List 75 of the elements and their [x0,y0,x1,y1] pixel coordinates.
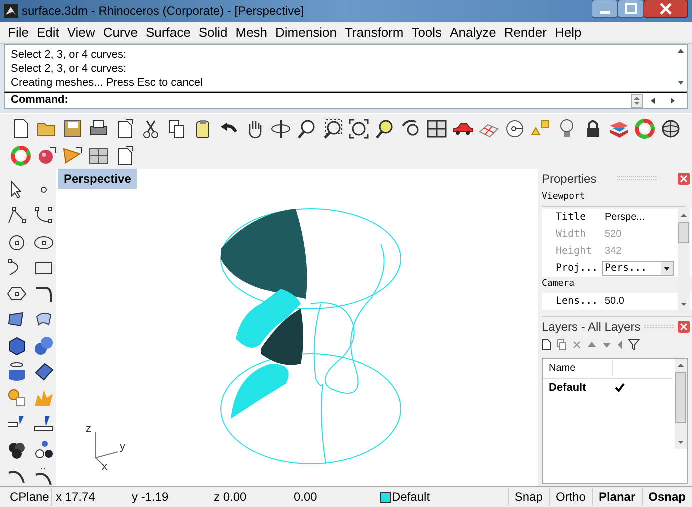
menu-item[interactable]: Help [550,22,586,42]
property-value: 342 [604,245,623,259]
left-arrow-icon[interactable] [617,339,623,351]
menu-item[interactable]: Transform [340,22,408,42]
cylinder-icon[interactable] [6,361,28,383]
menu-item[interactable]: Solid [194,22,232,42]
command-history-line: Creating meshes... Press Esc to cancel [11,76,204,90]
status-layer[interactable]: Default [392,488,508,506]
menu-item[interactable]: Mesh [232,22,272,42]
column-header[interactable]: Name [543,361,613,376]
color-wheel-icon[interactable] [634,118,656,140]
zoom-extents-icon[interactable] [348,118,370,140]
delete-icon[interactable] [572,339,582,351]
axis-label: y [120,442,126,453]
filter-icon[interactable] [628,339,640,351]
viewport-tab[interactable]: Perspective [58,169,138,189]
property-value[interactable]: 50.0 [602,294,674,309]
menu-item[interactable]: Tools [408,22,446,42]
window-title: surface.3dm - Rhinoceros (Corporate) - [Perspective] [22,3,306,20]
menu-item[interactable]: Render [500,22,551,42]
menu-item[interactable]: View [63,22,100,42]
axis-label: z [86,424,92,435]
status-distance: 0.00 [294,489,318,506]
status-pane-toggle[interactable]: Osnap [642,488,692,506]
menu-item[interactable]: File [4,22,33,42]
new-layer-icon[interactable] [542,339,552,351]
app-icon [4,4,18,18]
close-button[interactable] [644,0,688,18]
axis-label: x [102,462,108,473]
scrollbar[interactable] [675,359,687,449]
property-label: Height [556,245,594,259]
maximize-button[interactable] [618,0,644,18]
menu-item[interactable]: Curve [99,22,142,42]
scrollbar[interactable] [678,209,690,313]
current-layer-check[interactable] [613,381,627,395]
projection-dropdown[interactable]: Pers... [602,261,674,276]
zoom-window-icon[interactable] [322,118,344,140]
four-viewports-icon[interactable] [426,118,448,140]
property-label: Width [556,228,588,242]
panel-title: Properties [542,171,597,188]
rotate-view-icon[interactable] [270,118,292,140]
status-pane-toggle[interactable]: Ortho [548,488,592,506]
save-icon[interactable] [62,118,84,140]
property-label: Title [556,211,588,225]
property-value[interactable]: Perspe... [602,210,674,225]
minimize-button[interactable] [592,0,618,18]
menu-item[interactable]: Dimension [272,22,341,42]
command-history-line: Select 2, 3, or 4 curves: [11,62,128,76]
point-circle-icon[interactable] [504,118,526,140]
mesh-surface-icon[interactable] [33,361,55,383]
sphere-icon[interactable] [660,118,682,140]
menu-item[interactable]: Edit [32,22,64,42]
property-label: Proj... [556,262,600,276]
menu-item[interactable]: Surface [142,22,195,42]
spheres-icon[interactable] [33,335,55,357]
ball-icon[interactable] [36,145,58,167]
panel-title: Layers - All Layers [542,318,641,336]
property-label: Lens... [556,295,600,309]
section-heading: Camera [542,278,576,292]
status-x: x 17.74 [55,489,96,506]
status-y: y -1.19 [132,489,170,506]
property-value: 520 [604,228,623,242]
command-history-line: Select 2, 3, or 4 curves: [11,48,128,62]
status-cplane[interactable]: CPlane [0,488,52,506]
menu-item[interactable]: Analyze [446,22,500,42]
section-heading: Viewport [542,189,686,207]
viewport[interactable]: Perspective z y x [56,169,538,486]
points-cluster-icon[interactable] [33,439,55,461]
checkmark-icon [615,383,625,393]
layer-name[interactable]: Default [543,380,613,396]
status-pane-toggle[interactable]: Planar [592,488,642,506]
status-pane-toggle[interactable]: Snap [508,488,549,506]
status-z: z 0.00 [214,489,248,506]
grip-icon[interactable] [644,324,675,330]
color-wheel-icon[interactable] [10,145,32,167]
